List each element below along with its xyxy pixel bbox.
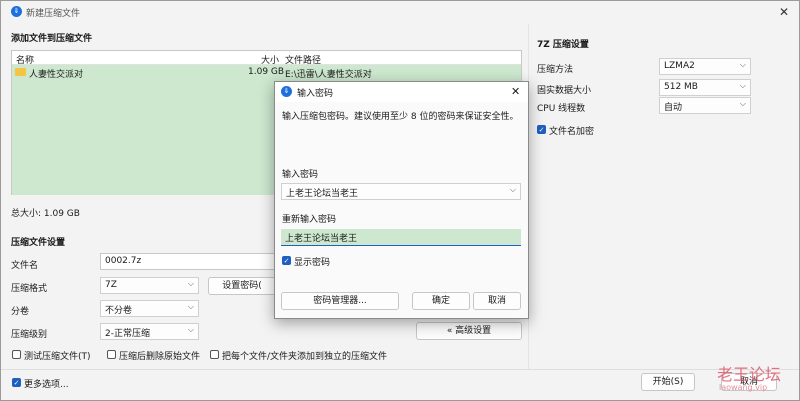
test-archive-label[interactable]: 测试压缩文件(T) [24, 349, 91, 362]
settings-section-title: 压缩文件设置 [11, 238, 66, 248]
chevron-down-icon: ⌵ [187, 279, 194, 288]
reenter-password-input[interactable]: 上老王论坛当老王 [281, 229, 521, 246]
solid-size-select[interactable]: 512 MB ⌵ [659, 79, 751, 96]
password-value: 上老王论坛当老王 [286, 189, 359, 199]
file-size: 1.09 GB [248, 67, 285, 77]
files-section-title: 添加文件到压缩文件 [11, 34, 93, 44]
chevron-down-icon: ⌵ [187, 325, 194, 334]
watermark-text: 老王论坛 [717, 365, 782, 384]
solid-size-label: 固实数据大小 [537, 86, 592, 96]
encrypt-names-checkbox[interactable]: ✓ [537, 125, 546, 134]
split-label: 分卷 [11, 307, 30, 317]
method-select[interactable]: LZMA2 ⌵ [659, 58, 751, 75]
total-size: 总大小: 1.09 GB [11, 209, 80, 219]
more-options-checkbox[interactable]: ✓ [12, 378, 21, 387]
separate-archive-label[interactable]: 把每个文件/文件夹添加到独立的压缩文件 [222, 349, 387, 362]
title-bar: ⇓ 新建压缩文件 ✕ [1, 1, 799, 23]
split-value: 不分卷 [105, 306, 133, 316]
app-logo-icon: ⇓ [11, 6, 22, 17]
reenter-label: 重新输入密码 [282, 215, 337, 225]
chevron-down-icon[interactable]: ⌵ [510, 185, 516, 195]
dialog-title-bar: ⇓ 输入密码 ✕ [275, 82, 528, 102]
7z-settings-title: 7Z 压缩设置 [537, 40, 589, 50]
file-name: 人妻性交派对 [29, 70, 84, 80]
split-select[interactable]: 不分卷 ⌵ [100, 300, 199, 317]
7z-settings-panel: 7Z 压缩设置 压缩方法 LZMA2 ⌵ 固实数据大小 512 MB ⌵ CPU… [528, 24, 799, 370]
footer-divider [1, 369, 799, 370]
solid-size-value: 512 MB [664, 82, 698, 92]
file-path: E:\迅雷\人妻性交派对 [285, 70, 372, 80]
start-button[interactable]: 开始(S) [641, 373, 695, 391]
filename-input[interactable]: 0002.7z [100, 253, 275, 270]
app-logo-icon: ⇓ [281, 86, 292, 97]
chevron-down-icon: ⌵ [739, 81, 746, 90]
password-input[interactable]: 上老王论坛当老王 ⌵ [281, 183, 521, 200]
show-password-label[interactable]: 显示密码 [294, 255, 330, 268]
file-list-header: 名称 大小 文件路径 [12, 51, 521, 66]
watermark-logo: 老王论坛 laowang.vip [709, 361, 799, 401]
format-value: 7Z [105, 280, 117, 290]
watermark-url: laowang.vip [719, 383, 768, 392]
show-password-checkbox[interactable]: ✓ [282, 256, 291, 265]
threads-label: CPU 线程数 [537, 104, 586, 114]
threads-value: 自动 [664, 103, 683, 113]
window-title: 新建压缩文件 [26, 9, 81, 19]
delete-original-label[interactable]: 压缩后删除原始文件 [119, 349, 200, 362]
test-archive-checkbox[interactable] [12, 350, 21, 359]
encrypt-names-label[interactable]: 文件名加密 [549, 124, 594, 137]
set-password-button[interactable]: 设置密码( [208, 277, 276, 295]
window-close-button[interactable]: ✕ [774, 3, 794, 21]
dialog-close-button[interactable]: ✕ [511, 85, 520, 98]
level-select[interactable]: 2-正常压缩 ⌵ [100, 323, 199, 340]
level-label: 压缩级别 [11, 330, 48, 340]
advanced-settings-button[interactable]: « 高级设置 [416, 322, 522, 340]
chevron-down-icon: ⌵ [187, 302, 194, 311]
dialog-description: 输入压缩包密码。建议使用至少 8 位的密码来保证安全性。 [282, 112, 519, 122]
format-select[interactable]: 7Z ⌵ [100, 277, 199, 294]
threads-select[interactable]: 自动 ⌵ [659, 97, 751, 114]
compress-window: ⇓ 新建压缩文件 ✕ 添加文件到压缩文件 名称 大小 文件路径 人妻性交派对 1… [0, 0, 800, 401]
folder-icon [15, 68, 26, 76]
method-label: 压缩方法 [537, 65, 574, 75]
separate-archive-checkbox[interactable] [210, 350, 219, 359]
password-label: 输入密码 [282, 170, 319, 180]
filename-label: 文件名 [11, 261, 39, 271]
password-manager-button[interactable]: 密码管理器... [281, 292, 399, 310]
chevron-down-icon: ⌵ [739, 99, 746, 108]
password-dialog: ⇓ 输入密码 ✕ 输入压缩包密码。建议使用至少 8 位的密码来保证安全性。 输入… [274, 81, 529, 319]
dialog-title: 输入密码 [297, 89, 334, 99]
delete-original-checkbox[interactable] [107, 350, 116, 359]
dialog-cancel-button[interactable]: 取消 [473, 292, 521, 310]
chevron-down-icon: ⌵ [739, 60, 746, 69]
format-label: 压缩格式 [11, 284, 48, 294]
method-value: LZMA2 [664, 61, 695, 71]
more-options-label[interactable]: 更多选项... [24, 377, 69, 390]
ok-button[interactable]: 确定 [412, 292, 470, 310]
level-value: 2-正常压缩 [105, 329, 150, 339]
